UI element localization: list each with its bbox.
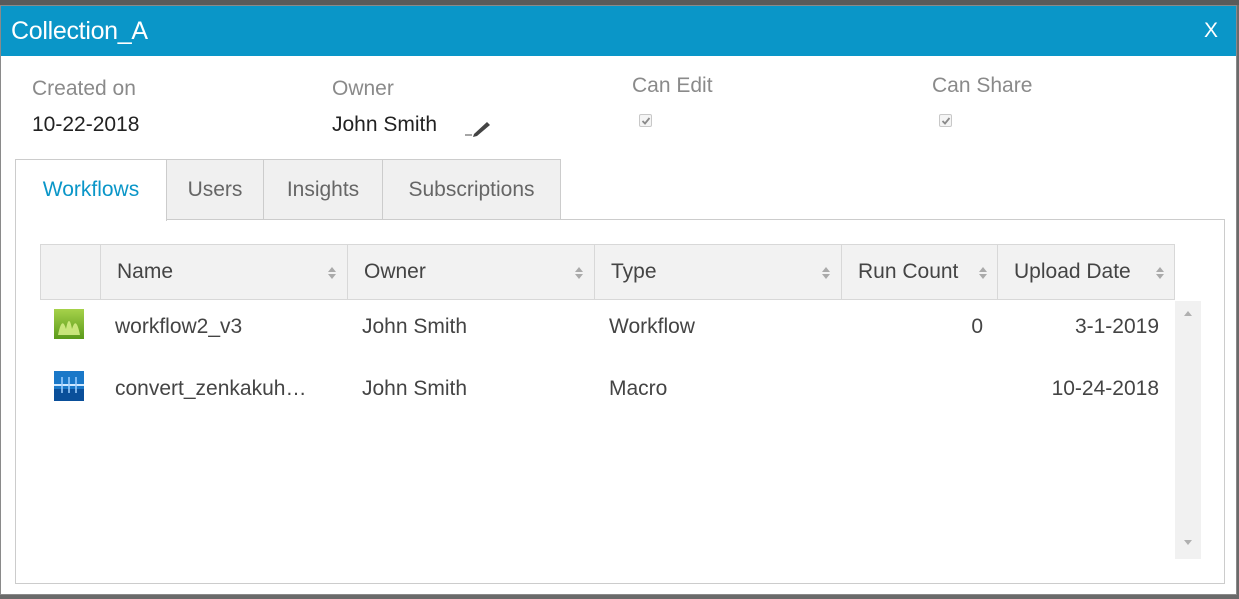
can-edit-checkbox[interactable]	[639, 114, 652, 127]
dialog-title: Collection_A	[11, 17, 148, 45]
column-header-run-count[interactable]: Run Count	[842, 245, 998, 299]
row-name: convert_zenkakuh…	[115, 377, 307, 400]
can-share-label: Can Share	[932, 74, 1033, 97]
collection-dialog: Collection_A X Created on 10-22-2018 Own…	[0, 5, 1237, 595]
close-button[interactable]: X	[1204, 18, 1218, 44]
created-on-label: Created on	[32, 77, 136, 100]
owner-label: Owner	[332, 77, 394, 100]
scroll-up-arrow-icon[interactable]	[1183, 309, 1193, 317]
column-header-owner[interactable]: Owner	[348, 245, 595, 299]
tab-users[interactable]: Users	[166, 159, 264, 220]
edit-owner-pencil-icon[interactable]	[463, 118, 493, 138]
can-edit-label: Can Edit	[632, 74, 713, 97]
row-owner: John Smith	[362, 377, 468, 400]
title-bar: Collection_A X	[1, 6, 1236, 56]
tab-workflows[interactable]: Workflows	[15, 159, 167, 221]
row-upload-date: 3-1-2019	[1074, 315, 1159, 338]
row-owner: John Smith	[362, 315, 468, 338]
column-header-type[interactable]: Type	[595, 245, 842, 299]
sort-icon	[575, 267, 583, 279]
created-on-value: 10-22-2018	[32, 113, 140, 136]
icon-column-header	[41, 245, 101, 299]
sort-icon	[979, 267, 987, 279]
row-run-count: 0	[971, 315, 983, 338]
macro-icon	[54, 371, 84, 401]
column-header-name[interactable]: Name	[101, 245, 348, 299]
row-type: Workflow	[609, 315, 695, 338]
row-upload-date: 10-24-2018	[1051, 377, 1159, 400]
tab-subscriptions[interactable]: Subscriptions	[382, 159, 561, 220]
scroll-down-arrow-icon[interactable]	[1183, 539, 1193, 547]
column-header-upload-date[interactable]: Upload Date	[998, 245, 1174, 299]
can-share-checkbox[interactable]	[939, 114, 952, 127]
tab-insights[interactable]: Insights	[263, 159, 383, 220]
sort-icon	[1156, 267, 1164, 279]
vertical-scrollbar[interactable]	[1175, 301, 1201, 559]
sort-icon	[822, 267, 830, 279]
table-header: Name Owner Type Run Count Upload Date	[40, 244, 1175, 300]
row-type: Macro	[609, 377, 668, 400]
sort-icon	[328, 267, 336, 279]
row-name: workflow2_v3	[115, 315, 243, 338]
workflow-icon	[54, 309, 84, 339]
owner-value: John Smith	[332, 113, 438, 136]
